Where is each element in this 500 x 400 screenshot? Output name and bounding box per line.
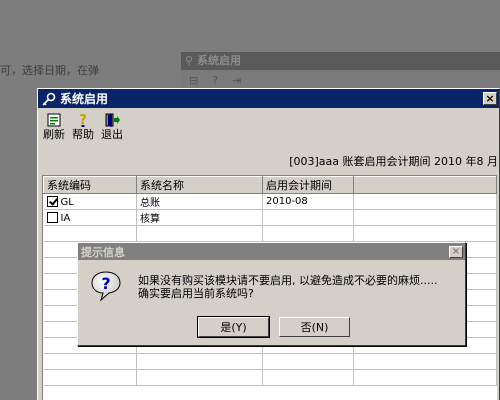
svg-text:?: ? — [101, 274, 110, 293]
key-icon: ⚲ — [185, 54, 194, 67]
empty-row — [43, 369, 497, 386]
prompt-message-line2: 确实要启用当前系统吗? — [138, 287, 254, 300]
key-icon — [41, 91, 57, 107]
table-row[interactable]: GL 总账 2010-08 — [43, 193, 497, 210]
system-code: IA — [60, 212, 71, 224]
exit-label: 退出 — [101, 128, 123, 141]
window-title: 系统启用 — [60, 92, 109, 106]
cell-period[interactable] — [262, 209, 354, 226]
window-titlebar[interactable]: 系统启用 × — [38, 89, 499, 108]
background-exit-icon: ⇥ — [232, 74, 242, 87]
column-header-empty — [353, 176, 497, 194]
empty-cell — [353, 353, 497, 370]
refresh-label: 刷新 — [43, 128, 65, 141]
empty-cell — [43, 225, 137, 242]
account-period-text: [003]aaa 账套启用会计期间 2010 年8 月 — [289, 155, 498, 168]
help-icon: ? — [79, 113, 87, 128]
prompt-close-button[interactable]: × — [449, 245, 463, 258]
empty-cell — [43, 369, 137, 386]
prompt-dialog-titlebar[interactable]: 提示信息 × — [78, 243, 465, 260]
background-window: ⚲ 系统启用 ⊟ ? ⇥ — [181, 52, 500, 92]
refresh-icon — [47, 113, 61, 127]
cell-code: GL — [43, 193, 137, 210]
empty-cell — [262, 225, 354, 242]
enable-checkbox[interactable] — [46, 211, 58, 223]
exit-icon — [105, 113, 120, 127]
cell-empty — [353, 209, 497, 226]
system-code: GL — [60, 196, 74, 208]
empty-cell — [43, 353, 137, 370]
empty-cell — [353, 369, 497, 386]
column-header-name[interactable]: 系统名称 — [136, 176, 263, 194]
background-instruction-text: 可，选择日期，在弹 — [0, 64, 99, 77]
no-button[interactable]: 否(N) — [279, 317, 350, 337]
background-window-title-text: 系统启用 — [197, 54, 242, 67]
refresh-button[interactable]: 刷新 — [41, 112, 67, 142]
prompt-message-line1: 如果没有购买该模块请不要启用, 以避免造成不必要的麻烦..... — [138, 274, 438, 287]
yes-button[interactable]: 是(Y) — [197, 316, 270, 338]
table-row[interactable]: IA 核算 — [43, 209, 497, 226]
column-header-code[interactable]: 系统编码 — [43, 176, 137, 194]
column-header-period[interactable]: 启用会计期间 — [262, 176, 354, 194]
empty-row — [43, 225, 497, 242]
prompt-dialog-title: 提示信息 — [81, 245, 125, 259]
empty-cell — [353, 225, 497, 242]
cell-name: 总账 — [136, 193, 263, 210]
empty-row — [43, 353, 497, 370]
enable-checkbox[interactable] — [46, 195, 58, 207]
cell-code: IA — [43, 209, 137, 226]
background-refresh-icon: ⊟ — [189, 74, 199, 87]
empty-cell — [262, 369, 354, 386]
question-icon: ? — [91, 271, 121, 302]
empty-cell — [136, 369, 263, 386]
prompt-message: 如果没有购买该模块请不要启用, 以避免造成不必要的麻烦..... 确实要启用当前… — [138, 274, 437, 300]
prompt-buttons: 是(Y) 否(N) — [197, 316, 350, 338]
cell-period[interactable]: 2010-08 — [262, 193, 354, 210]
cell-name: 核算 — [136, 209, 263, 226]
empty-cell — [136, 225, 263, 242]
exit-button[interactable]: 退出 — [99, 112, 125, 142]
help-button[interactable]: ? 帮助 — [70, 112, 96, 142]
close-button[interactable]: × — [483, 92, 497, 105]
prompt-dialog: 提示信息 × ? 如果没有购买该模块请不要启用, 以避免造成不必要的麻烦....… — [77, 242, 466, 346]
background-help-icon: ? — [212, 74, 219, 87]
background-window-title: ⚲ 系统启用 — [181, 52, 500, 70]
empty-cell — [136, 353, 263, 370]
table-header-row: 系统编码 系统名称 启用会计期间 — [43, 176, 497, 194]
cell-empty — [353, 193, 497, 210]
toolbar: 刷新 ? 帮助 退出 — [38, 108, 499, 142]
help-label: 帮助 — [72, 128, 94, 141]
empty-cell — [262, 353, 354, 370]
